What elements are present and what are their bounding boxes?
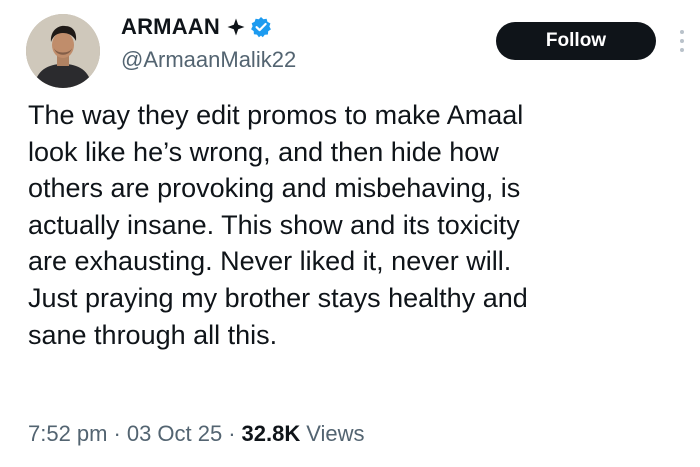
- tweet-line: sane through all this.: [28, 319, 278, 350]
- tweet-time[interactable]: 7:52 pm: [28, 421, 108, 447]
- tweet-card: ARMAAN @ArmaanMalik22 Follow The way the…: [0, 0, 700, 467]
- tweet-line: The way they edit promos to make Amaal: [28, 100, 524, 130]
- more-dot: [680, 30, 684, 34]
- more-dot: [680, 48, 684, 52]
- tweet-line: are exhausting. Never liked it, never wi…: [28, 246, 512, 277]
- follow-button[interactable]: Follow: [496, 22, 656, 60]
- meta-separator: ·: [228, 421, 236, 446]
- more-dot: [680, 39, 684, 43]
- tweet-meta: 7:52 pm · 03 Oct 25 · 32.8K Views: [28, 421, 365, 447]
- tweet-text: The way they edit promos to make Amaal l…: [28, 97, 688, 353]
- views-label: Views: [306, 421, 365, 446]
- author-name-row[interactable]: ARMAAN: [121, 13, 272, 41]
- tweet-line: look like he’s wrong, and then hide how: [28, 136, 499, 167]
- avatar[interactable]: [26, 14, 100, 88]
- views-count: 32.8K: [241, 421, 301, 446]
- meta-separator: ·: [113, 421, 121, 446]
- tweet-date[interactable]: 03 Oct 25: [127, 421, 222, 447]
- star-icon: [226, 17, 246, 37]
- tweet-line: others are provoking and misbehaving, is: [28, 173, 521, 204]
- tweet-line: actually insane. This show and its toxic…: [28, 209, 520, 240]
- more-icon[interactable]: [675, 24, 689, 58]
- author-handle[interactable]: @ArmaanMalik22: [121, 47, 296, 73]
- verified-icon: [250, 16, 272, 38]
- tweet-line: Just praying my brother stays healthy an…: [28, 282, 528, 313]
- display-name[interactable]: ARMAAN: [121, 14, 220, 40]
